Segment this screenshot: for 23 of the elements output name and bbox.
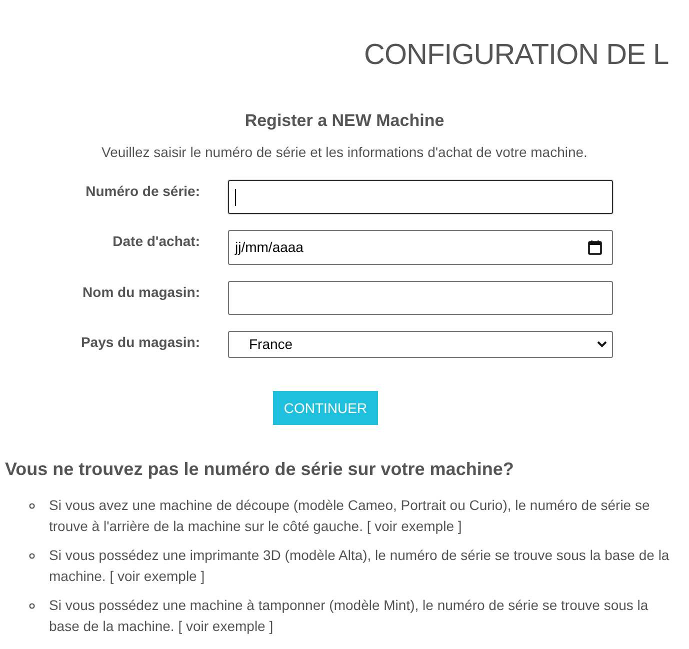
page-title: CONFIGURATION DE L <box>364 38 669 73</box>
input-field[interactable] <box>228 281 613 315</box>
chevron-down-icon <box>597 341 607 348</box>
field-label: Nom du magasin: <box>82 283 200 302</box>
calendar-icon[interactable] <box>588 240 602 255</box>
form-intro: Veuillez saisir le numéro de série et les informations d'achat de votre machine. <box>102 143 588 162</box>
example-link[interactable]: [ voir exemple ] <box>110 568 205 584</box>
bullet-icon <box>29 553 35 559</box>
country-select[interactable]: France <box>228 331 613 358</box>
example-link[interactable]: [ voir exemple ] <box>366 518 462 534</box>
help-title: Vous ne trouvez pas le numéro de série sur votre machine? <box>4 458 515 481</box>
bullet-icon <box>29 503 35 509</box>
help-text: Si vous avez une machine de découpe (modèle Cameo, Portrait ou Curio), le numéro de série se trouve à l'arrière de la machine sur le côté gauche. [ voir exemple ] <box>49 496 651 536</box>
input-field[interactable] <box>228 180 613 214</box>
example-link[interactable]: [ voir exemple ] <box>178 618 274 634</box>
help-text: Si vous possédez une imprimante 3D (modèle Alta), le numéro de série se trouve sous la base de la machine. [ voir exemple ] <box>49 546 670 586</box>
field-label: Pays du magasin: <box>80 333 200 352</box>
form-title: Register a NEW Machine <box>244 110 444 132</box>
field-label: Date d'achat: <box>112 232 200 251</box>
bullet-icon <box>29 603 35 609</box>
field-label: Numéro de série: <box>84 182 200 201</box>
date-field[interactable]: jj/mm/aaaa <box>228 230 613 265</box>
help-text: Si vous possédez une machine à tamponner (modèle Mint), le numéro de série se trouve sous la base de la machine. [ voir exemple ] <box>49 596 650 636</box>
